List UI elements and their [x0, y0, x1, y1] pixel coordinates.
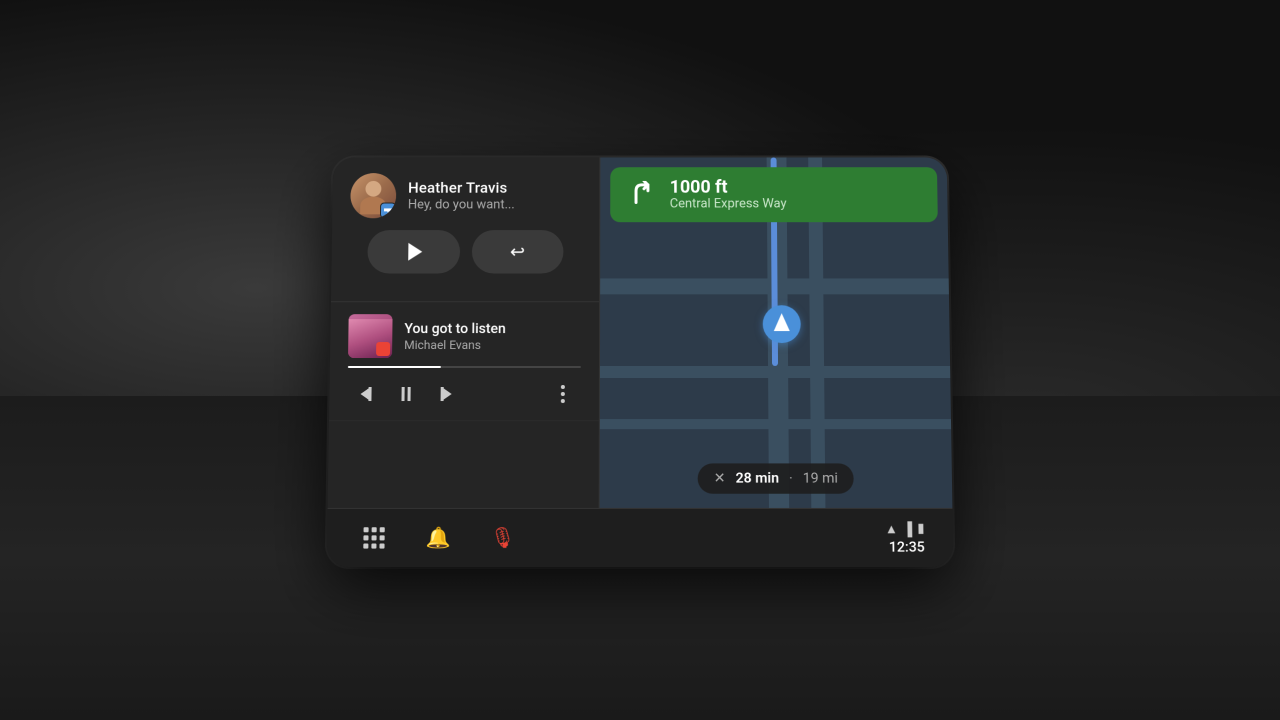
battery-icon: ▮	[917, 521, 924, 536]
eta-distance: 19 mi	[803, 470, 838, 486]
voice-button[interactable]: 🎙	[484, 520, 521, 557]
messaging-app-icon	[380, 203, 396, 219]
navigation-bar: 1000 ft Central Express Way	[610, 167, 938, 222]
avatar	[350, 173, 396, 218]
signal-icon: ▐	[903, 521, 913, 537]
progress-fill	[348, 366, 441, 368]
eta-time: 28 min	[736, 470, 779, 486]
eta-separator: ·	[789, 470, 793, 486]
wifi-icon: ▲	[885, 521, 898, 537]
bell-icon: 🔔	[425, 525, 450, 550]
device-screen: Heather Travis Hey, do you want... ↩	[327, 157, 954, 566]
pause-icon	[401, 387, 410, 401]
bottom-left-controls: 🔔 🎙	[355, 520, 521, 557]
eta-close-button[interactable]: ✕	[714, 470, 726, 486]
status-icons: ▲ ▐ ▮	[885, 521, 925, 537]
grid-icon	[363, 527, 384, 548]
music-info: You got to listen Michael Evans	[348, 314, 581, 358]
location-marker	[763, 305, 801, 343]
music-controls	[347, 376, 581, 412]
reply-icon: ↩	[510, 241, 525, 262]
location-circle	[763, 305, 801, 343]
artist-name: Michael Evans	[404, 338, 581, 352]
nav-distance: 1000 ft	[670, 178, 787, 197]
map-road-h3	[600, 419, 951, 429]
play-button[interactable]	[367, 230, 459, 273]
nav-info: 1000 ft Central Express Way	[670, 178, 787, 212]
notification-header: Heather Travis Hey, do you want...	[350, 173, 581, 218]
top-section: Heather Travis Hey, do you want... ↩	[328, 157, 953, 507]
turn-arrow-icon	[628, 181, 656, 208]
action-buttons: ↩	[349, 230, 581, 289]
song-title: You got to listen	[404, 321, 581, 337]
turn-arrow	[624, 177, 660, 212]
notification-text: Heather Travis Hey, do you want...	[408, 179, 515, 212]
bottom-bar: 🔔 🎙 ▲ ▐ ▮ 12:35	[327, 508, 954, 567]
play-icon	[408, 243, 422, 261]
apps-button[interactable]	[355, 520, 392, 557]
sender-name: Heather Travis	[408, 179, 515, 197]
progress-bar	[348, 366, 581, 368]
message-preview: Hey, do you want...	[408, 198, 515, 213]
music-section: You got to listen Michael Evans	[329, 302, 599, 421]
more-options-button[interactable]	[545, 376, 581, 412]
skip-back-button[interactable]	[347, 376, 384, 412]
map-road-h2	[600, 366, 950, 378]
album-art	[348, 314, 393, 358]
left-panel: Heather Travis Hey, do you want... ↩	[328, 157, 601, 507]
album-badge	[376, 342, 390, 356]
more-options-icon	[561, 385, 565, 403]
time-display: 12:35	[889, 539, 925, 555]
notification-card: Heather Travis Hey, do you want... ↩	[331, 157, 599, 302]
android-auto-device: Heather Travis Hey, do you want... ↩	[327, 157, 954, 566]
skip-forward-button[interactable]	[427, 376, 463, 412]
skip-back-icon	[360, 387, 371, 401]
nav-street: Central Express Way	[670, 197, 787, 212]
location-arrow-icon	[774, 314, 790, 332]
pause-button[interactable]	[387, 376, 424, 412]
notifications-button[interactable]: 🔔	[420, 520, 457, 557]
music-details: You got to listen Michael Evans	[404, 321, 581, 352]
reply-button[interactable]: ↩	[471, 230, 563, 273]
eta-bar: ✕ 28 min · 19 mi	[698, 463, 855, 493]
map-panel: 1000 ft Central Express Way ✕ 28 min · 1…	[600, 157, 953, 507]
status-area: ▲ ▐ ▮ 12:35	[885, 521, 925, 556]
mic-icon: 🎙	[490, 525, 516, 550]
skip-forward-icon	[440, 387, 451, 401]
